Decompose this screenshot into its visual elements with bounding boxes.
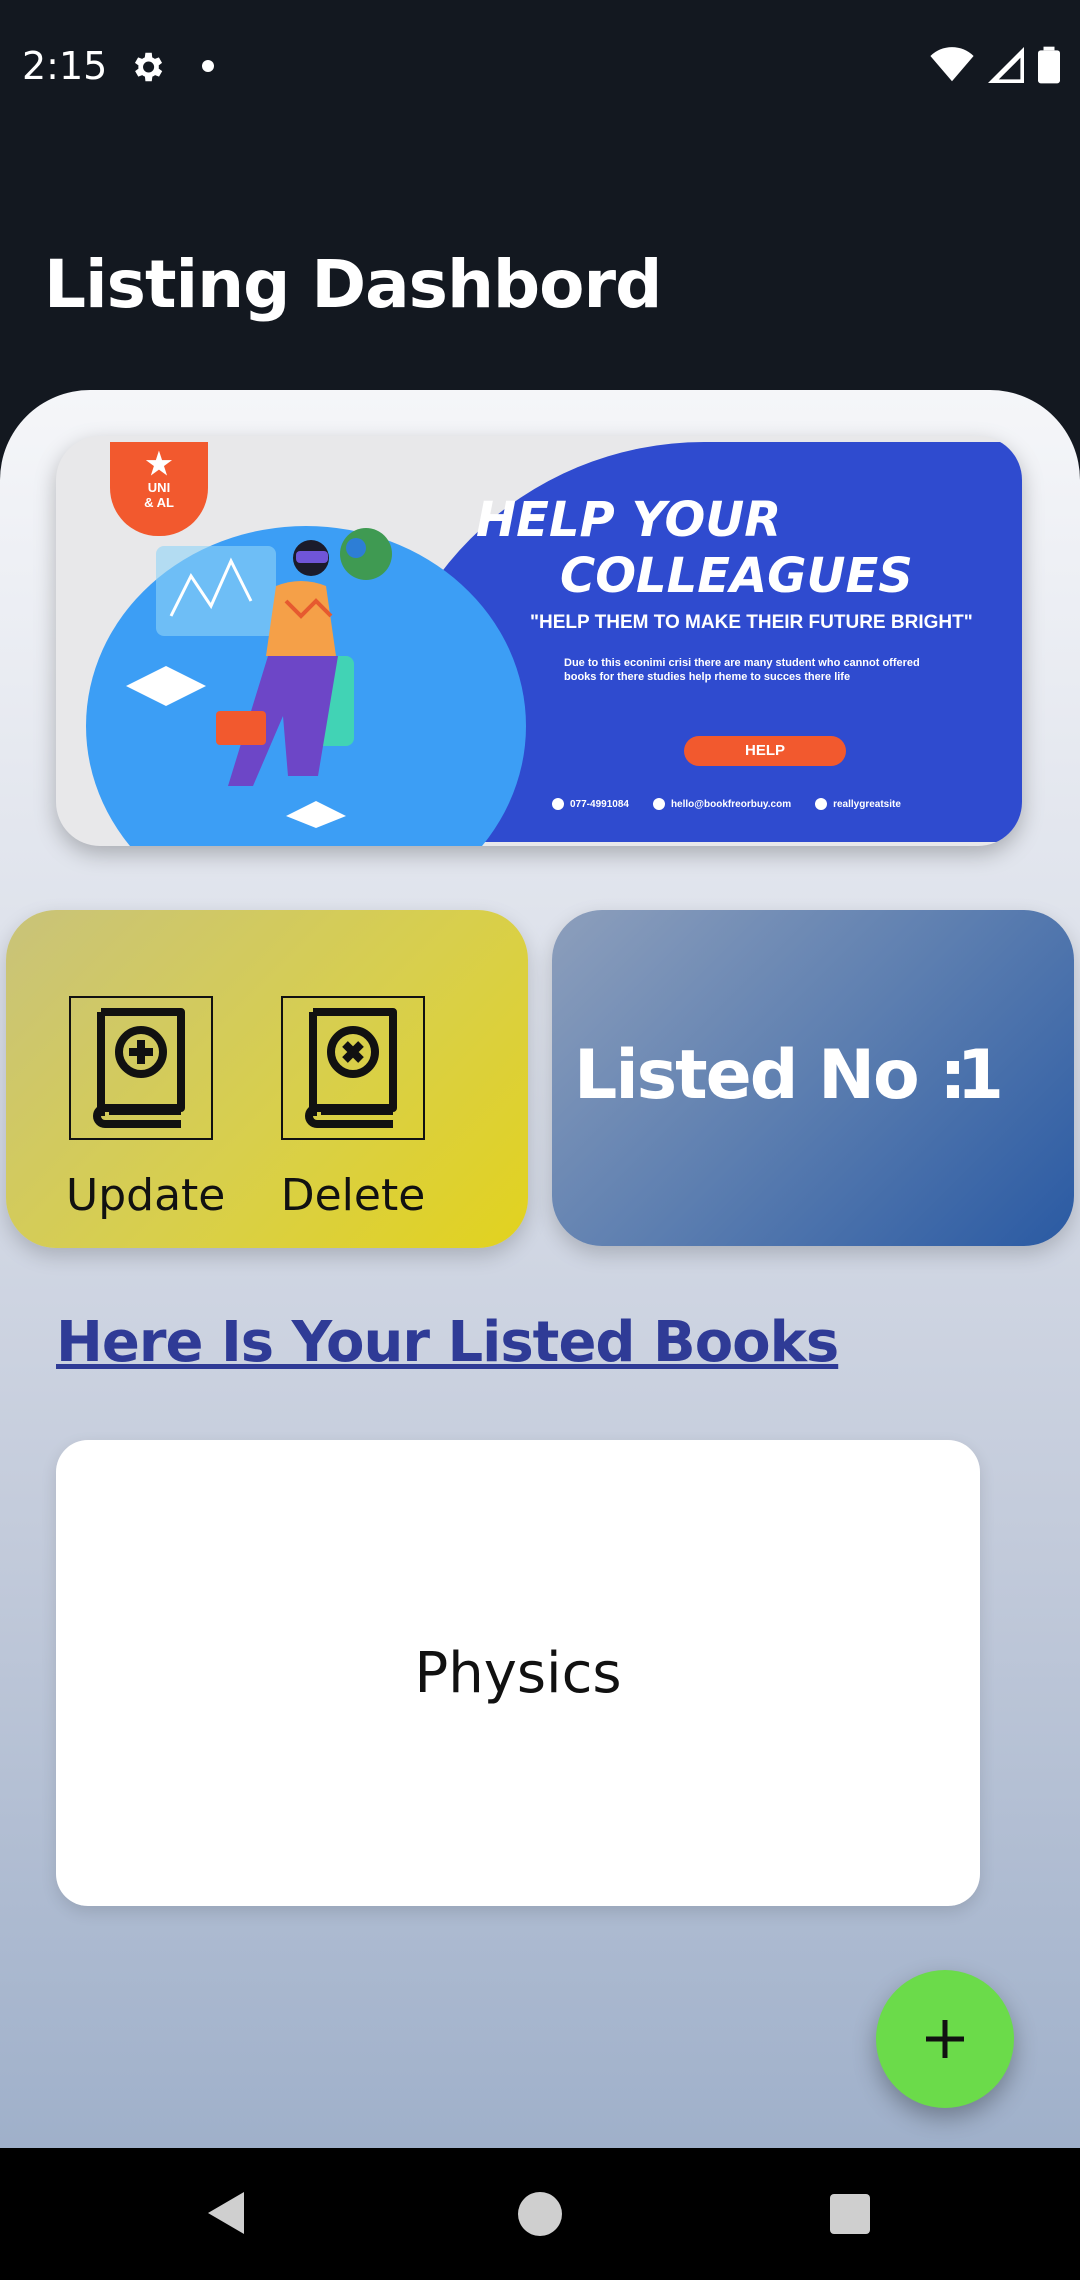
status-bar: 2:15 bbox=[0, 0, 1080, 140]
book-plus-icon bbox=[69, 996, 213, 1140]
back-icon[interactable] bbox=[204, 2188, 248, 2238]
listed-count-card: Listed No : 1 bbox=[552, 910, 1074, 1246]
delete-label: Delete bbox=[280, 1170, 426, 1221]
book-x-icon bbox=[281, 996, 425, 1140]
globe-icon bbox=[815, 798, 828, 810]
action-card: Update Delete bbox=[6, 910, 528, 1248]
dot-icon bbox=[202, 60, 214, 72]
listed-count-value: 1 bbox=[956, 1036, 1004, 1115]
badge-line1: UNI bbox=[147, 480, 171, 495]
email-contact: hello@bookfreorbuy.com bbox=[652, 798, 791, 810]
promo-banner[interactable]: ★ UNI & AL HELP YOUR COLLEAGUES "HELP TH… bbox=[56, 436, 1022, 846]
listed-books-heading[interactable]: Here Is Your Listed Books bbox=[56, 1310, 839, 1375]
recents-icon[interactable] bbox=[830, 2194, 870, 2234]
system-nav-bar bbox=[0, 2148, 1080, 2280]
home-icon[interactable] bbox=[518, 2192, 562, 2236]
add-book-button[interactable] bbox=[876, 1970, 1014, 2108]
banner-help-button[interactable]: HELP bbox=[684, 736, 846, 766]
phone-icon bbox=[552, 798, 564, 810]
uni-al-badge: ★ UNI & AL bbox=[110, 442, 208, 536]
listed-count-label: Listed No : bbox=[574, 1036, 967, 1115]
badge-line2: & AL bbox=[144, 495, 174, 510]
banner-body-text: Due to this econimi crisi there are many… bbox=[564, 657, 920, 683]
star-icon: ★ bbox=[145, 448, 173, 481]
banner-contacts: 077-4991084 hello@bookfreorbuy.com reall… bbox=[552, 798, 901, 810]
page-title: Listing Dashbord bbox=[44, 246, 662, 323]
status-time: 2:15 bbox=[22, 44, 108, 88]
plus-icon bbox=[926, 2020, 964, 2058]
book-card[interactable]: Physics bbox=[56, 1440, 980, 1906]
status-icons bbox=[930, 46, 1060, 84]
battery-icon bbox=[1038, 46, 1060, 84]
mail-icon bbox=[652, 798, 665, 810]
signal-icon bbox=[988, 47, 1024, 83]
banner-quote: "HELP THEM TO MAKE THEIR FUTURE BRIGHT" bbox=[530, 612, 973, 633]
book-title: Physics bbox=[414, 1640, 622, 1706]
student-illustration bbox=[126, 528, 392, 828]
headline-line1: HELP YOUR bbox=[476, 492, 782, 548]
update-label: Update bbox=[66, 1170, 226, 1221]
wifi-icon bbox=[930, 47, 974, 82]
delete-button[interactable]: Delete bbox=[278, 996, 428, 1221]
banner-headline: HELP YOUR COLLEAGUES bbox=[476, 492, 996, 604]
site-contact: reallygreatsite bbox=[815, 798, 901, 810]
gear-icon bbox=[134, 52, 163, 82]
update-button[interactable]: Update bbox=[66, 996, 226, 1221]
phone-contact: 077-4991084 bbox=[552, 798, 629, 810]
headline-line2: COLLEAGUES bbox=[560, 548, 913, 604]
